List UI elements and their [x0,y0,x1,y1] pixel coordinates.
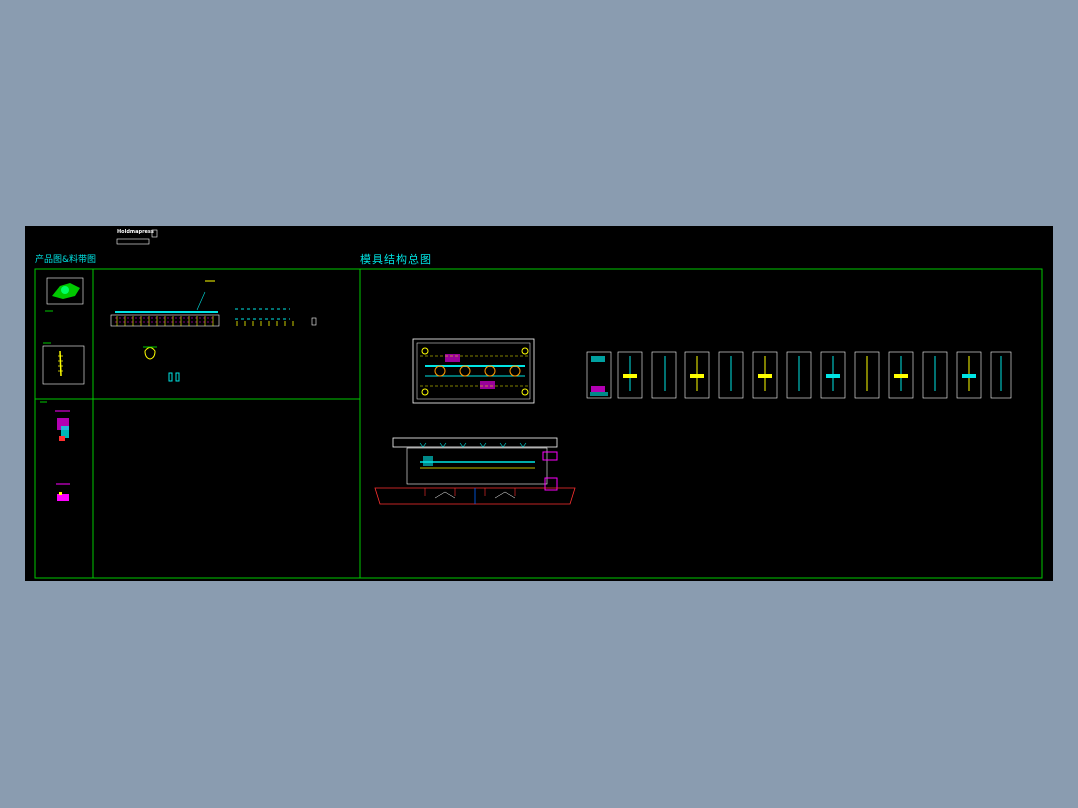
station-section-colors [590,356,1002,396]
station-section-3 [651,351,677,399]
cad-drawing-canvas [34,229,1043,579]
strip-detail-1 [143,346,157,360]
outer-frame [34,268,1043,579]
die-plan-view [412,338,535,404]
strip-detail-2 [168,372,180,382]
strip-stations-row [235,308,317,326]
die-section-view [374,437,576,505]
product-thumbnail-2 [42,342,85,385]
drawing-sheet: Holdmapress 产品图&料带图 模具结构总图 [25,226,1053,581]
layout-frames [34,268,1043,579]
product-thumbnail-1 [45,277,84,312]
product-thumbnail-4 [56,483,70,501]
product-thumbnail-3 [40,401,70,441]
title-block-logo [116,229,158,245]
strip-layout [110,280,220,327]
